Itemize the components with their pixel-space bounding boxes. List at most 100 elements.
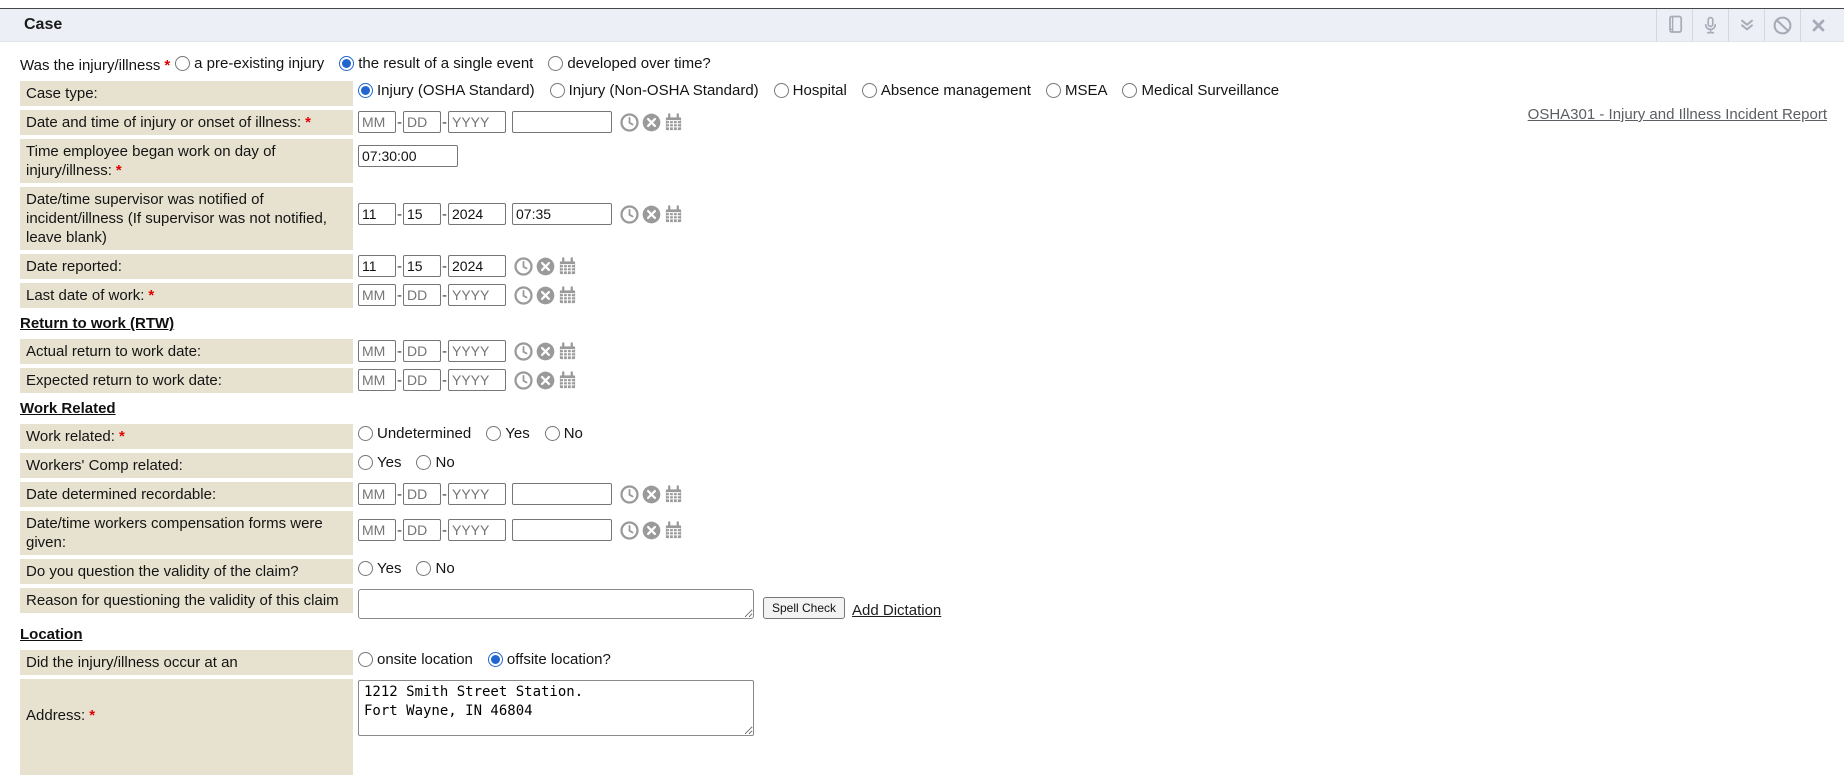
calendar-icon[interactable] [558, 342, 577, 361]
time-input[interactable] [512, 111, 612, 133]
time-began-input[interactable] [358, 145, 458, 167]
field-label: Did the injury/illness occur at an [20, 650, 353, 675]
calendar-icon[interactable] [664, 485, 683, 504]
time-picker-icon[interactable] [620, 521, 639, 540]
radio-pre-existing[interactable]: a pre-existing injury [175, 55, 324, 72]
radio-offsite[interactable]: offsite location? [488, 651, 611, 668]
month-input[interactable] [358, 340, 396, 362]
month-input[interactable] [358, 203, 396, 225]
time-input[interactable] [512, 203, 612, 225]
wc-no-radio[interactable] [416, 455, 431, 470]
absence-management-radio[interactable] [862, 83, 877, 98]
dictation-microphone-icon[interactable] [1692, 9, 1728, 41]
day-input[interactable] [403, 369, 441, 391]
clear-date-icon[interactable] [536, 342, 555, 361]
month-input[interactable] [358, 284, 396, 306]
year-input[interactable] [448, 203, 506, 225]
clear-date-icon[interactable] [642, 205, 661, 224]
year-input[interactable] [448, 111, 506, 133]
pre-existing-radio[interactable] [175, 56, 190, 71]
work-related-yes-radio[interactable] [486, 426, 501, 441]
medical-surveillance-radio[interactable] [1122, 83, 1137, 98]
clear-date-icon[interactable] [536, 257, 555, 276]
radio-validity-no[interactable]: No [416, 560, 454, 577]
calendar-icon[interactable] [558, 257, 577, 276]
single-event-radio[interactable] [339, 56, 354, 71]
day-input[interactable] [403, 284, 441, 306]
time-picker-icon[interactable] [514, 371, 533, 390]
radio-onsite[interactable]: onsite location [358, 651, 473, 668]
radio-work-related-no[interactable]: No [545, 425, 583, 442]
day-input[interactable] [403, 255, 441, 277]
year-input[interactable] [448, 483, 506, 505]
clear-date-icon[interactable] [536, 286, 555, 305]
validity-no-radio[interactable] [416, 561, 431, 576]
time-picker-icon[interactable] [514, 342, 533, 361]
clear-date-icon[interactable] [642, 485, 661, 504]
day-input[interactable] [403, 483, 441, 505]
month-input[interactable] [358, 369, 396, 391]
radio-wc-yes[interactable]: Yes [358, 454, 401, 471]
injury-osha-radio[interactable] [358, 83, 373, 98]
radio-injury-osha[interactable]: Injury (OSHA Standard) [358, 82, 535, 99]
radio-single-event[interactable]: the result of a single event [339, 55, 533, 72]
onsite-radio[interactable] [358, 652, 373, 667]
clear-date-icon[interactable] [642, 113, 661, 132]
void-record-icon[interactable] [1764, 9, 1800, 41]
radio-absence-management[interactable]: Absence management [862, 82, 1031, 99]
time-input[interactable] [512, 519, 612, 541]
time-input[interactable] [512, 483, 612, 505]
osha301-report-link[interactable]: OSHA301 - Injury and Illness Incident Re… [1528, 106, 1827, 123]
validity-yes-radio[interactable] [358, 561, 373, 576]
radio-undetermined[interactable]: Undetermined [358, 425, 471, 442]
undetermined-radio[interactable] [358, 426, 373, 441]
collapse-all-icon[interactable] [1728, 9, 1764, 41]
work-related-no-radio[interactable] [545, 426, 560, 441]
month-input[interactable] [358, 111, 396, 133]
radio-validity-yes[interactable]: Yes [358, 560, 401, 577]
clear-date-icon[interactable] [642, 521, 661, 540]
offsite-radio[interactable] [488, 652, 503, 667]
clear-date-icon[interactable] [536, 371, 555, 390]
calendar-icon[interactable] [664, 521, 683, 540]
year-input[interactable] [448, 284, 506, 306]
injury-non-osha-radio[interactable] [550, 83, 565, 98]
day-input[interactable] [403, 519, 441, 541]
calendar-icon[interactable] [558, 286, 577, 305]
over-time-radio[interactable] [548, 56, 563, 71]
radio-wc-no[interactable]: No [416, 454, 454, 471]
calendar-icon[interactable] [664, 205, 683, 224]
logbook-icon[interactable] [1656, 9, 1692, 41]
radio-msea[interactable]: MSEA [1046, 82, 1108, 99]
month-input[interactable] [358, 255, 396, 277]
radio-medical-surveillance[interactable]: Medical Surveillance [1122, 82, 1279, 99]
close-panel-icon[interactable] [1800, 9, 1836, 41]
time-picker-icon[interactable] [620, 205, 639, 224]
year-input[interactable] [448, 519, 506, 541]
radio-over-time[interactable]: developed over time? [548, 55, 710, 72]
reason-validity-textarea[interactable] [358, 589, 754, 619]
spell-check-button[interactable]: Spell Check [763, 597, 845, 619]
hospital-radio[interactable] [774, 83, 789, 98]
time-picker-icon[interactable] [514, 257, 533, 276]
year-input[interactable] [448, 255, 506, 277]
address-textarea[interactable]: 1212 Smith Street Station. Fort Wayne, I… [358, 680, 754, 736]
radio-injury-non-osha[interactable]: Injury (Non-OSHA Standard) [550, 82, 759, 99]
time-picker-icon[interactable] [620, 113, 639, 132]
time-picker-icon[interactable] [620, 485, 639, 504]
radio-hospital[interactable]: Hospital [774, 82, 847, 99]
calendar-icon[interactable] [664, 113, 683, 132]
day-input[interactable] [403, 111, 441, 133]
year-input[interactable] [448, 369, 506, 391]
radio-work-related-yes[interactable]: Yes [486, 425, 529, 442]
month-input[interactable] [358, 483, 396, 505]
add-dictation-link[interactable]: Add Dictation [852, 602, 941, 619]
calendar-icon[interactable] [558, 371, 577, 390]
day-input[interactable] [403, 203, 441, 225]
month-input[interactable] [358, 519, 396, 541]
msea-radio[interactable] [1046, 83, 1061, 98]
day-input[interactable] [403, 340, 441, 362]
time-picker-icon[interactable] [514, 286, 533, 305]
year-input[interactable] [448, 340, 506, 362]
wc-yes-radio[interactable] [358, 455, 373, 470]
